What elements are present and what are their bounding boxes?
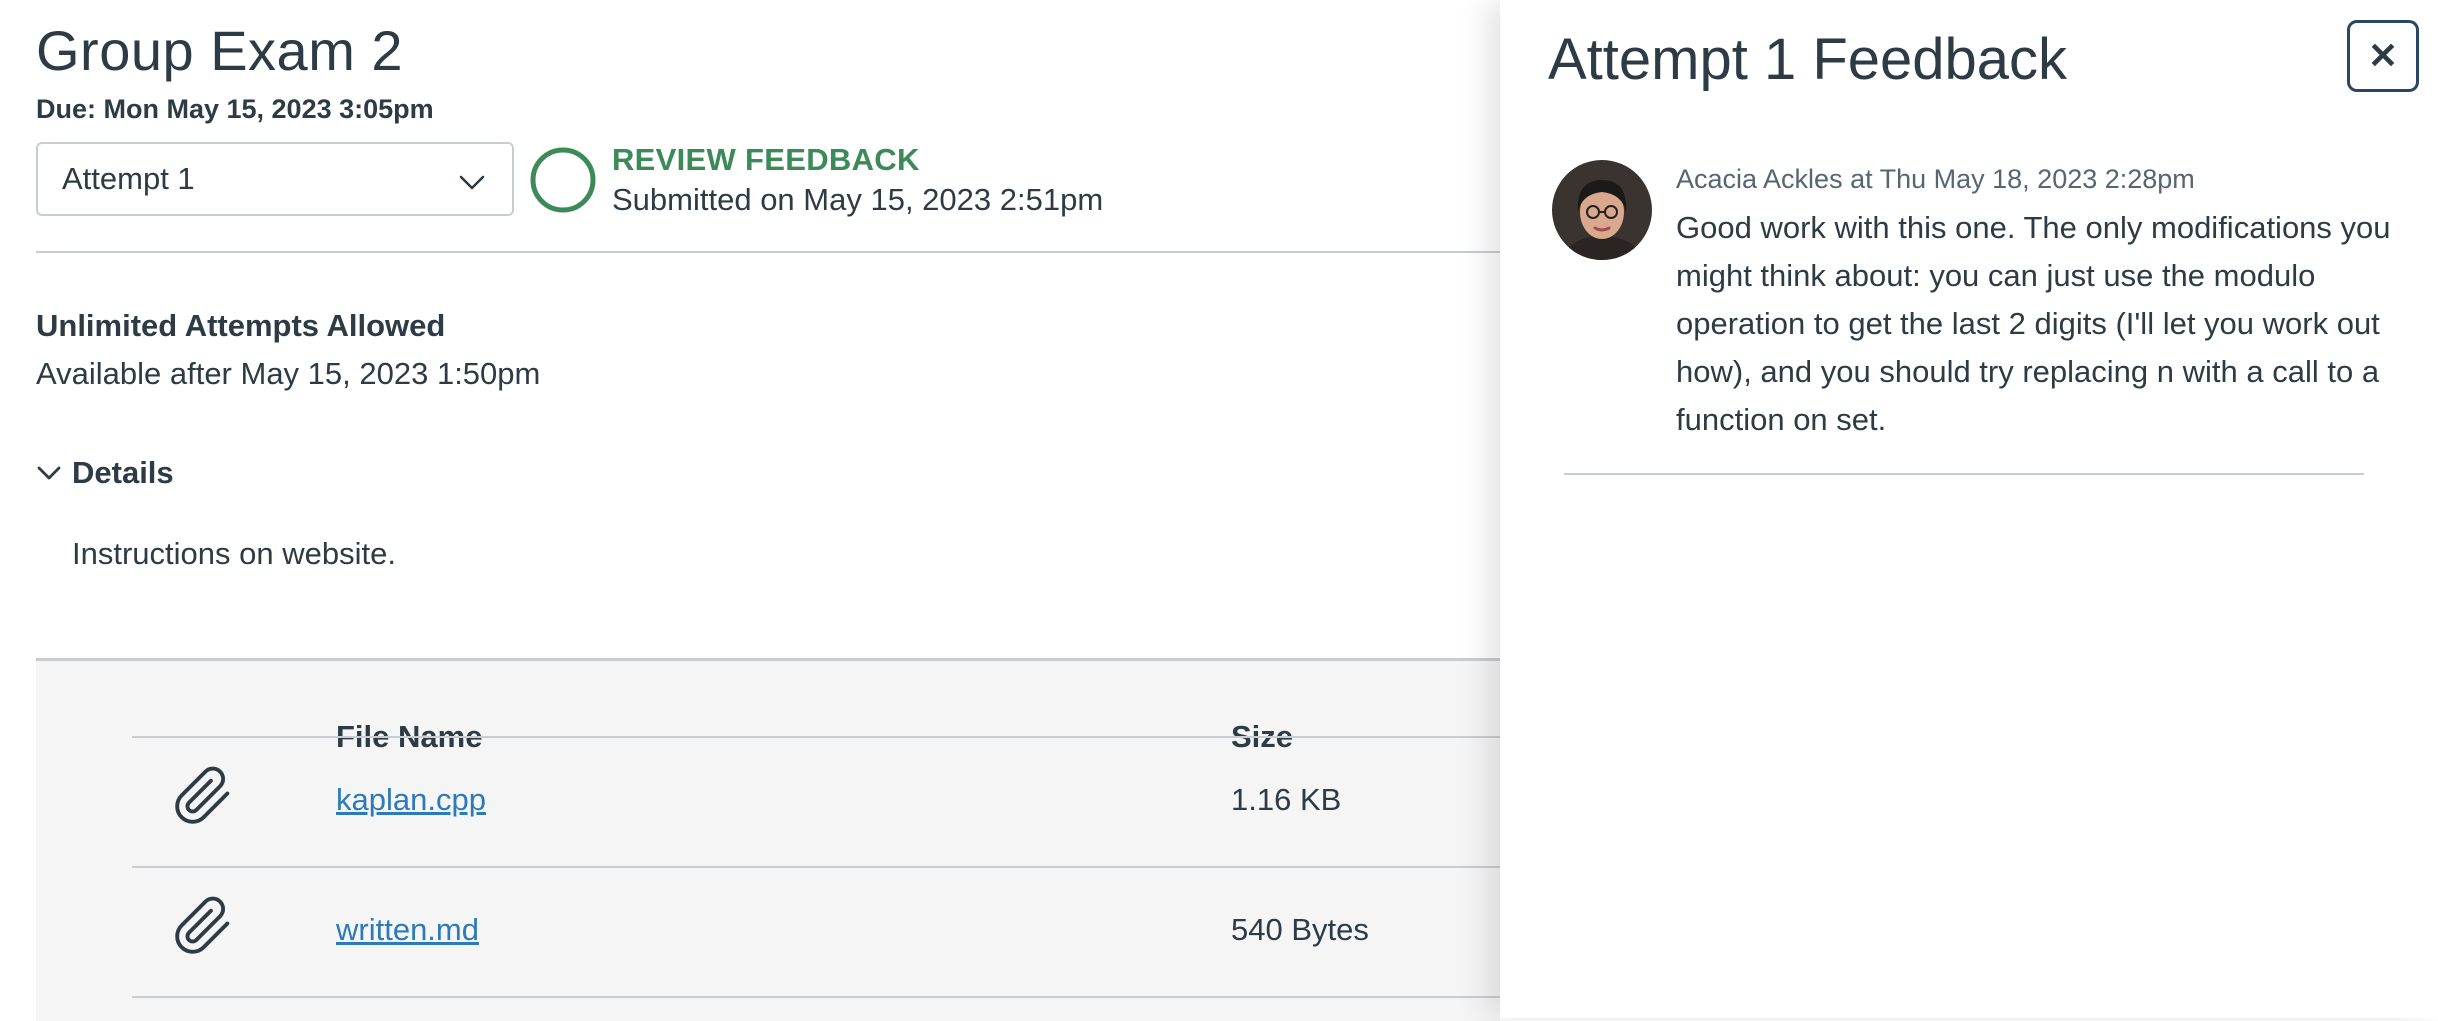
page-title: Group Exam 2	[36, 19, 404, 82]
submitted-files-table: File Name Size kaplan.cpp 1.16 KB writte…	[36, 658, 1500, 1021]
close-button[interactable]: ✕	[2347, 20, 2419, 92]
chevron-down-icon	[37, 466, 61, 480]
paperclip-icon	[175, 896, 230, 954]
attempt-select[interactable]: Attempt 1	[36, 142, 514, 216]
divider	[36, 251, 1500, 253]
review-feedback-label: REVIEW FEEDBACK	[612, 142, 920, 177]
attempts-allowed: Unlimited Attempts Allowed	[36, 308, 446, 343]
file-link[interactable]: written.md	[336, 912, 479, 948]
submission-status-icon	[530, 147, 596, 213]
paperclip-icon	[175, 766, 230, 824]
file-size: 1.16 KB	[1231, 782, 1342, 817]
feedback-tray-title: Attempt 1 Feedback	[1548, 27, 2068, 92]
details-label: Details	[72, 455, 174, 490]
instructions-text: Instructions on website.	[72, 536, 396, 571]
submitted-date: Submitted on May 15, 2023 2:51pm	[612, 182, 1104, 217]
file-size: 540 Bytes	[1231, 912, 1369, 947]
comment-body: Good work with this one. The only modifi…	[1676, 210, 2391, 437]
details-toggle[interactable]: Details	[36, 455, 174, 491]
table-divider	[132, 736, 1500, 738]
file-link[interactable]: kaplan.cpp	[336, 782, 486, 818]
divider	[1564, 473, 2364, 475]
avatar-image	[1552, 160, 1652, 260]
attempt-select-value: Attempt 1	[62, 161, 195, 196]
due-date: Due: Mon May 15, 2023 3:05pm	[36, 94, 434, 124]
table-divider	[132, 866, 1500, 868]
table-divider	[132, 996, 1500, 998]
available-after: Available after May 15, 2023 1:50pm	[36, 356, 541, 391]
feedback-tray: Attempt 1 Feedback ✕ Acacia Ackles at Th…	[1500, 0, 2438, 1018]
close-icon: ✕	[2367, 35, 2399, 76]
avatar	[1552, 160, 1652, 260]
chevron-down-icon	[459, 175, 485, 190]
comment-author-meta: Acacia Ackles at Thu May 18, 2023 2:28pm	[1676, 164, 2195, 194]
